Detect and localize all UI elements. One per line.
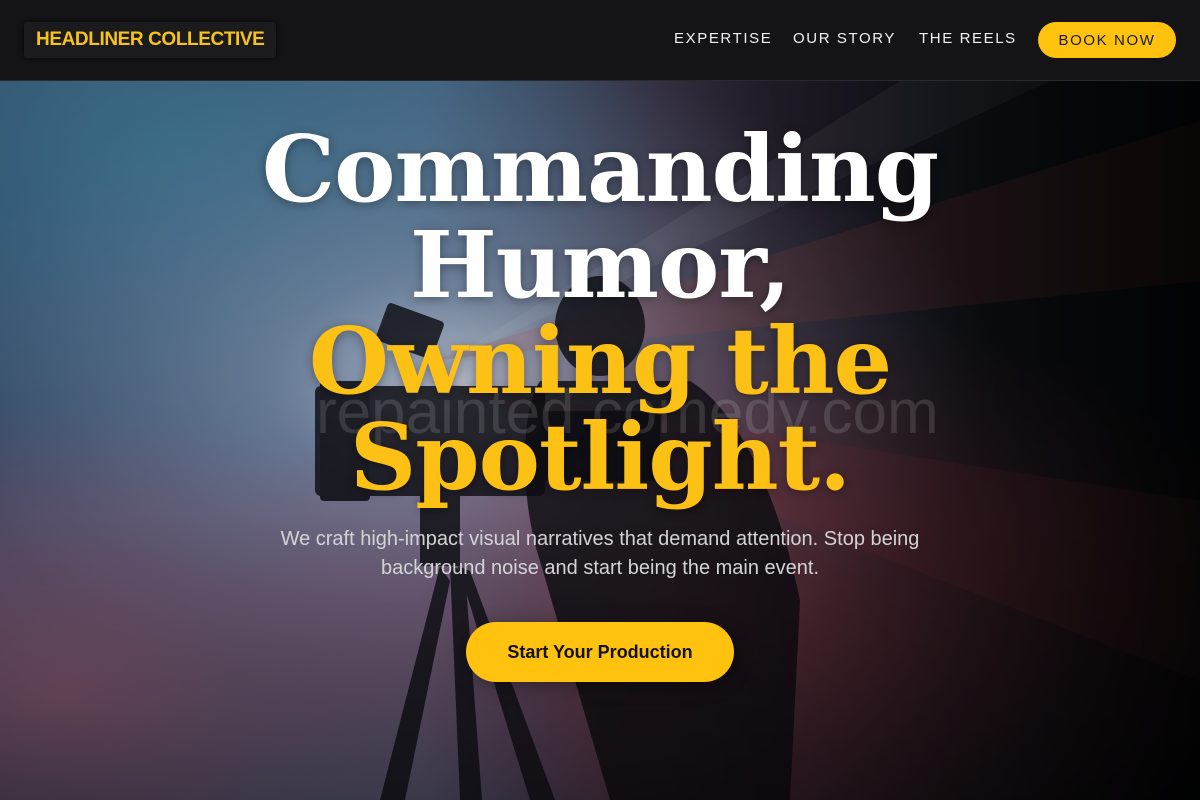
start-production-button[interactable]: Start Your Production xyxy=(466,622,734,682)
headline-line-3: Owning the xyxy=(308,307,892,415)
brand-logo[interactable]: HEADLINER COLLECTIVE xyxy=(24,22,277,58)
nav-link-expertise[interactable]: EXPERTISE xyxy=(674,30,772,47)
nav-link-our-story[interactable]: OUR STORY xyxy=(793,30,896,47)
headline-line-2: Humor, xyxy=(409,211,791,319)
headline-line-4: Spotlight. xyxy=(349,403,851,511)
headline-line-1: Commanding xyxy=(261,115,939,223)
book-now-button[interactable]: BOOK NOW xyxy=(1038,22,1176,58)
hero-subtitle: We craft high-impact visual narratives t… xyxy=(280,528,920,579)
hero-headline: Commanding Humor, Owning the Spotlight. xyxy=(0,121,1200,505)
top-navbar: HEADLINER COLLECTIVE EXPERTISE OUR STORY… xyxy=(0,0,1200,81)
nav-link-the-reels[interactable]: THE REELS xyxy=(919,30,1017,47)
hero-section: repainted comedy.com Commanding Humor, O… xyxy=(0,81,1200,800)
